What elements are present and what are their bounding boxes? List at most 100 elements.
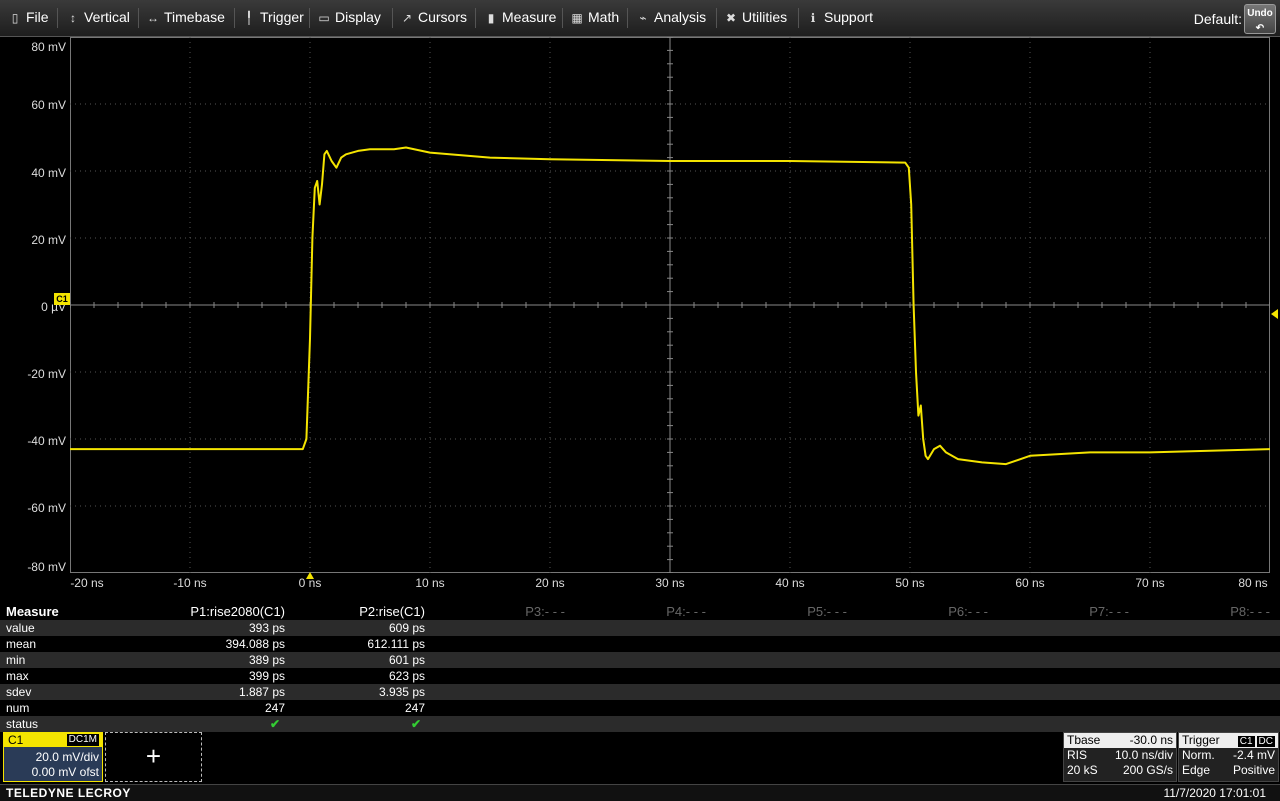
trigger-level-marker[interactable]: [1271, 309, 1278, 319]
status-check-icon: ✔: [410, 717, 421, 731]
x-tick-label: 60 ns: [1015, 576, 1045, 590]
menu-separator: [138, 8, 139, 28]
measure-cell: 612.111 ps: [367, 637, 425, 651]
menu-separator: [57, 8, 58, 28]
menu-analysis[interactable]: ⌁ Analysis: [636, 0, 706, 36]
trigger-icon: ╿: [245, 11, 253, 25]
measure-row-num: num 247 247: [0, 700, 1280, 716]
measure-cell: 247: [404, 701, 425, 715]
waveform-grid[interactable]: [69, 36, 1271, 574]
chart-icon: ⌁: [639, 11, 647, 25]
trigger-level: -2.4 mV: [1232, 748, 1275, 762]
timebase-delay: -30.0 ns: [1129, 733, 1173, 747]
vertical-arrows-icon: ↕: [70, 11, 76, 25]
cursor-icon: ↗: [401, 11, 413, 25]
add-trace-button[interactable]: +: [105, 732, 202, 782]
timebase-row: 20 kS 200 GS/s: [1064, 763, 1176, 778]
x-tick-label: -20 ns: [70, 576, 104, 590]
measure-table: Measure P1:rise2080(C1) P2:rise(C1) P3:-…: [0, 604, 1280, 732]
measure-row-mean: mean 394.088 ps 612.111 ps: [0, 636, 1280, 652]
menu-separator: [716, 8, 717, 28]
channel-vdiv: 20.0 mV/div: [35, 750, 99, 764]
calculator-icon: ▦: [571, 11, 583, 25]
display-icon: ▭: [318, 11, 330, 25]
timebase-tdiv: 10.0 ns/div: [1114, 748, 1173, 762]
channel-c1-marker[interactable]: C1: [54, 293, 70, 305]
measure-cell: 394.088 ps: [225, 637, 285, 651]
measure-col-p8[interactable]: P8:- - -: [1130, 604, 1270, 620]
menu-support[interactable]: ℹ Support: [806, 0, 873, 36]
menu-trigger[interactable]: ╿ Trigger: [242, 0, 303, 36]
menu-separator: [392, 8, 393, 28]
measure-cell: 609 ps: [388, 621, 425, 635]
date-time: 11/7/2020 17:01:01: [1163, 786, 1266, 800]
measure-row-label: max: [6, 669, 29, 683]
y-tick-label: 80 mV: [31, 40, 66, 54]
menu-cursors[interactable]: ↗ Cursors: [400, 0, 467, 36]
menu-utilities[interactable]: ✖ Utilities: [724, 0, 787, 36]
undo-button[interactable]: Undo ↶: [1244, 4, 1276, 34]
menu-timebase[interactable]: ↔ Timebase: [146, 0, 225, 36]
y-tick-label: -20 mV: [27, 367, 66, 381]
trigger-row: Edge Positive: [1179, 763, 1278, 778]
measure-cell: 623 ps: [388, 669, 425, 683]
timebase-label: Tbase: [1067, 733, 1101, 747]
measure-row-max: max 399 ps 623 ps: [0, 668, 1280, 684]
x-tick-label: 30 ns: [655, 576, 685, 590]
measure-cell: 3.935 ps: [378, 685, 425, 699]
menu-separator: [562, 8, 563, 28]
measure-cell: 393 ps: [248, 621, 285, 635]
menu-file[interactable]: ▯ File: [8, 0, 49, 36]
channel-c1-descriptor[interactable]: C1 DC1M 20.0 mV/div 0.00 mV ofst: [3, 732, 103, 782]
measure-col-p2[interactable]: P2:rise(C1): [285, 604, 425, 620]
measure-col-p3[interactable]: P3:- - -: [425, 604, 565, 620]
measure-col-p5[interactable]: P5:- - -: [707, 604, 847, 620]
menu-vertical[interactable]: ↕ Vertical: [66, 0, 130, 36]
ruler-icon: ▮: [487, 11, 495, 25]
y-tick-label: -80 mV: [27, 560, 66, 574]
timebase-descriptor[interactable]: Tbase -30.0 ns RIS 10.0 ns/div 20 kS 200…: [1063, 732, 1177, 782]
measure-cell: 389 ps: [248, 653, 285, 667]
measure-cell: 247: [264, 701, 285, 715]
measure-col-p6[interactable]: P6:- - -: [848, 604, 988, 620]
timebase-rate: 200 GS/s: [1122, 763, 1173, 777]
horizontal-arrows-icon: ↔: [147, 11, 159, 25]
measure-title: Measure: [6, 604, 59, 619]
measure-cell: 399 ps: [248, 669, 285, 683]
channel-offset: 0.00 mV ofst: [31, 765, 99, 779]
measure-col-p1[interactable]: P1:rise2080(C1): [145, 604, 285, 620]
timebase-samples: 20 kS: [1067, 763, 1098, 777]
brand-logo: TELEDYNE LECROY: [6, 786, 131, 800]
measure-col-p7[interactable]: P7:- - -: [989, 604, 1129, 620]
x-tick-label: 50 ns: [895, 576, 925, 590]
measure-header-row: Measure P1:rise2080(C1) P2:rise(C1) P3:-…: [0, 604, 1280, 620]
status-bar: TELEDYNE LECROY 11/7/2020 17:01:01: [0, 784, 1280, 801]
x-tick-label: 70 ns: [1135, 576, 1165, 590]
menu-math[interactable]: ▦ Math: [570, 0, 619, 36]
clipboard-icon: ▯: [11, 11, 19, 25]
channel-name: C1: [8, 733, 24, 747]
menu-measure[interactable]: ▮ Measure: [484, 0, 557, 36]
measure-row-label: min: [6, 653, 26, 667]
tools-icon: ✖: [725, 11, 737, 25]
info-icon: ℹ: [810, 11, 816, 25]
y-tick-label: 60 mV: [31, 98, 66, 112]
menu-separator: [309, 8, 310, 28]
measure-row-label: num: [6, 701, 30, 715]
x-tick-label: 40 ns: [775, 576, 805, 590]
y-tick-label: 40 mV: [31, 166, 66, 180]
trigger-coupling: DC: [1256, 736, 1275, 747]
measure-row-sdev: sdev 1.887 ps 3.935 ps: [0, 684, 1280, 700]
measure-col-p4[interactable]: P4:- - -: [566, 604, 706, 620]
waveform-svg: [69, 36, 1271, 574]
y-tick-label: 20 mV: [31, 233, 66, 247]
menu-display[interactable]: ▭ Display: [317, 0, 381, 36]
trigger-source: C1: [1237, 736, 1255, 747]
measure-row-value: value 393 ps 609 ps: [0, 620, 1280, 636]
x-tick-label: -10 ns: [173, 576, 207, 590]
default-setup-label: Default:: [1193, 11, 1242, 27]
trigger-descriptor[interactable]: Trigger C1 DC Norm. -2.4 mV Edge Positive: [1178, 732, 1279, 782]
y-tick-label: -60 mV: [27, 501, 66, 515]
measure-row-label: mean: [6, 637, 37, 651]
trigger-tags: C1 DC: [1236, 733, 1275, 748]
